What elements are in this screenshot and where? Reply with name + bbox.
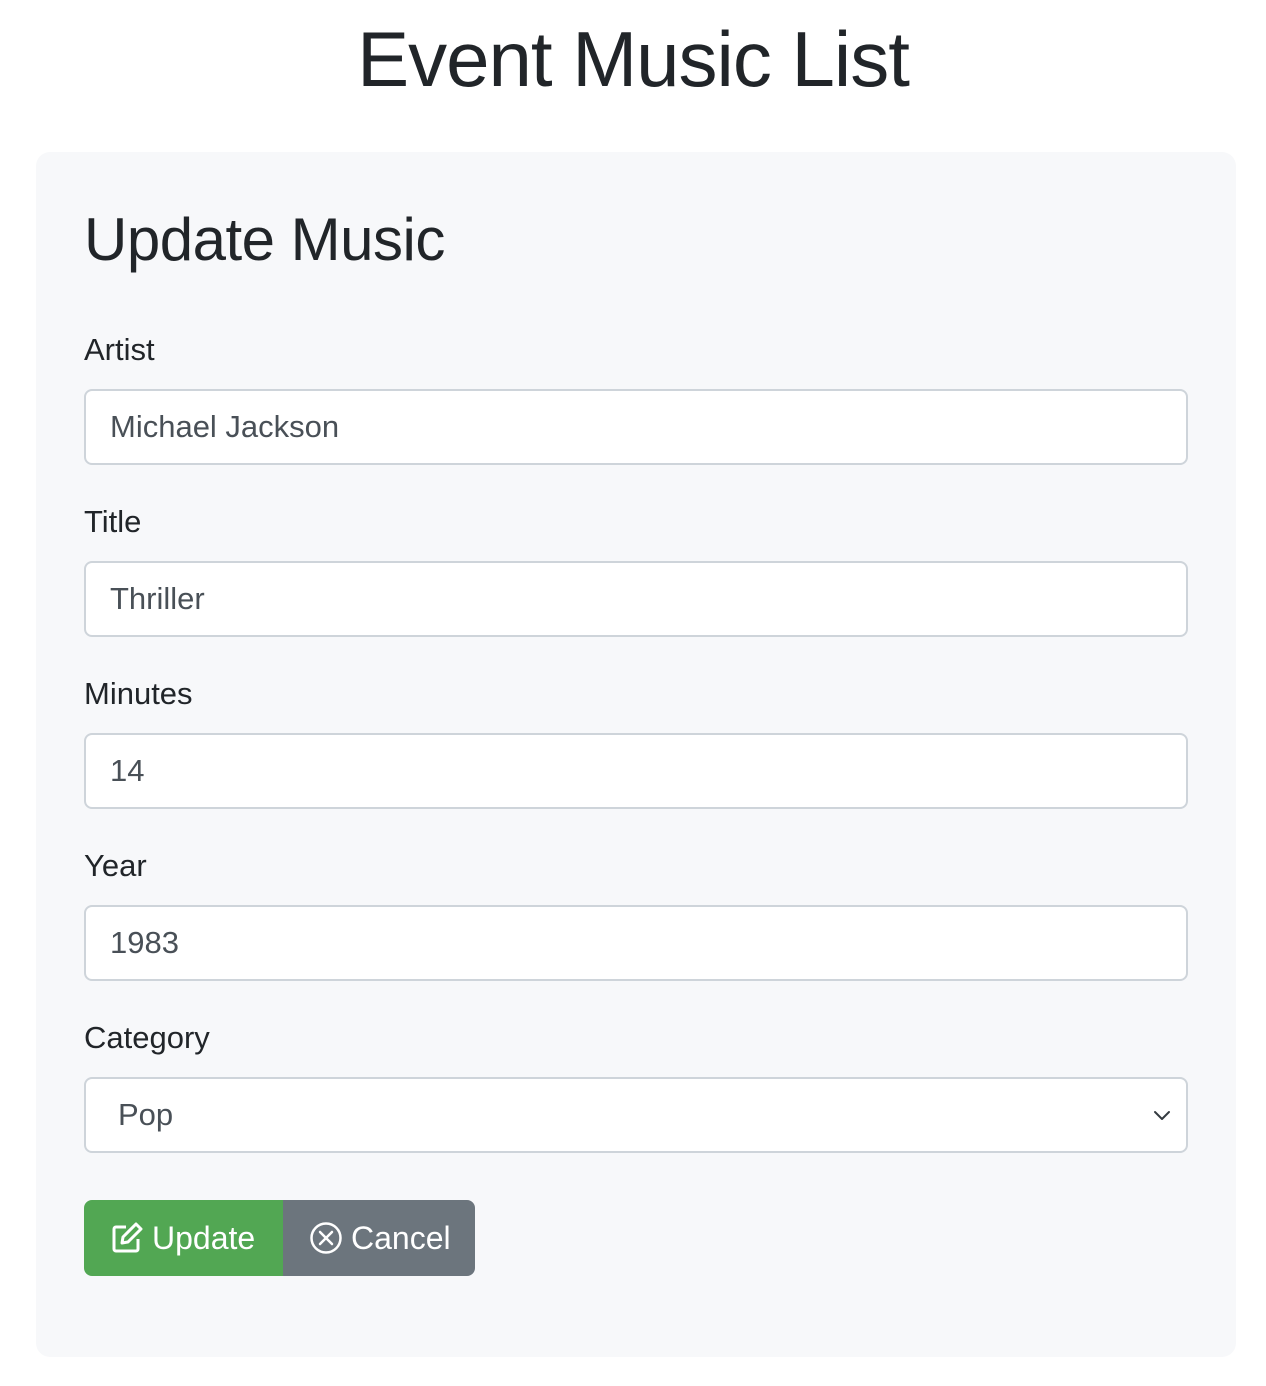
artist-input[interactable] (84, 389, 1188, 465)
cancel-button-label: Cancel (351, 1219, 451, 1256)
category-select[interactable]: Pop (84, 1077, 1188, 1153)
page-title: Event Music List (357, 15, 910, 103)
minutes-input[interactable] (84, 733, 1188, 809)
update-button-label: Update (152, 1219, 256, 1256)
year-label: Year (84, 848, 147, 883)
edit-icon (112, 1222, 143, 1253)
minutes-label: Minutes (84, 676, 193, 711)
update-music-card: Update Music Artist Title Minutes Year C… (36, 152, 1236, 1357)
form-heading: Update Music (84, 206, 445, 273)
title-label: Title (84, 504, 142, 539)
cancel-button[interactable]: Cancel (283, 1200, 475, 1276)
chevron-down-icon (1154, 1111, 1170, 1120)
update-button[interactable]: Update (84, 1200, 284, 1276)
title-input[interactable] (84, 561, 1188, 637)
artist-label: Artist (84, 332, 155, 367)
category-selected-value: Pop (118, 1097, 174, 1132)
year-input[interactable] (84, 905, 1188, 981)
circle-x-icon (310, 1222, 342, 1254)
category-label: Category (84, 1020, 210, 1055)
